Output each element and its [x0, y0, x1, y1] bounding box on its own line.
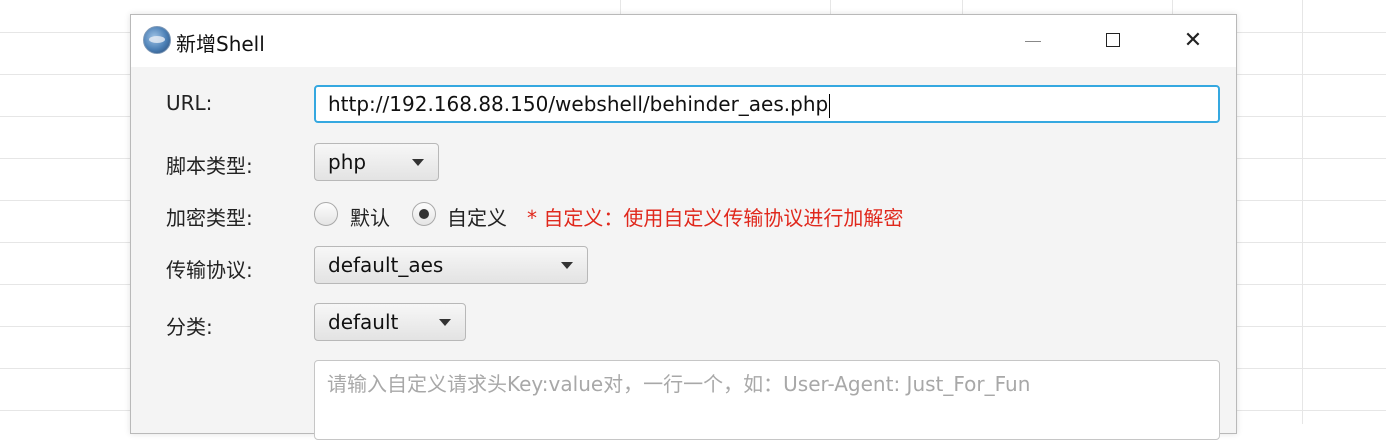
- chevron-down-icon: [561, 262, 573, 269]
- script-type-select[interactable]: php: [314, 143, 439, 181]
- protocol-label: 传输协议:: [166, 258, 253, 282]
- radio-custom[interactable]: [412, 202, 436, 226]
- protocol-select[interactable]: default_aes: [314, 246, 588, 284]
- custom-headers-placeholder: 请输入自定义请求头Key:value对，一行一个，如：User-Agent: J…: [327, 372, 1031, 396]
- new-shell-dialog: 新增Shell ✕ URL: http://192.168.88.150/web…: [130, 14, 1237, 440]
- chevron-down-icon: [439, 319, 451, 326]
- protocol-value: default_aes: [328, 253, 444, 277]
- chevron-down-icon: [412, 159, 424, 166]
- radio-custom-label[interactable]: 自定义: [447, 202, 507, 231]
- radio-default[interactable]: [314, 202, 338, 226]
- grid-line: [1302, 0, 1303, 424]
- close-button[interactable]: ✕: [1153, 15, 1233, 67]
- maximize-icon: [1106, 33, 1120, 47]
- category-value: default: [328, 310, 399, 334]
- category-label: 分类:: [166, 315, 213, 339]
- title-bar[interactable]: 新增Shell ✕: [131, 15, 1236, 67]
- minimize-icon: [1025, 41, 1041, 42]
- dialog-title: 新增Shell: [176, 32, 265, 56]
- encryption-note: * 自定义：使用自定义传输协议进行加解密: [527, 206, 904, 230]
- script-type-value: php: [328, 150, 367, 174]
- category-select[interactable]: default: [314, 303, 466, 341]
- encryption-type-label: 加密类型:: [166, 206, 253, 230]
- minimize-button[interactable]: [993, 15, 1073, 67]
- text-caret: [829, 93, 831, 118]
- url-input[interactable]: http://192.168.88.150/webshell/behinder_…: [314, 85, 1220, 123]
- close-icon: ✕: [1183, 28, 1203, 53]
- radio-checked-dot: [419, 209, 429, 219]
- maximize-button[interactable]: [1073, 15, 1153, 67]
- app-globe-icon: [143, 26, 171, 54]
- url-label: URL:: [166, 91, 213, 115]
- script-type-label: 脚本类型:: [166, 154, 253, 178]
- radio-default-label[interactable]: 默认: [350, 202, 390, 231]
- url-input-value: http://192.168.88.150/webshell/behinder_…: [328, 92, 829, 116]
- custom-headers-textarea[interactable]: 请输入自定义请求头Key:value对，一行一个，如：User-Agent: J…: [314, 360, 1220, 440]
